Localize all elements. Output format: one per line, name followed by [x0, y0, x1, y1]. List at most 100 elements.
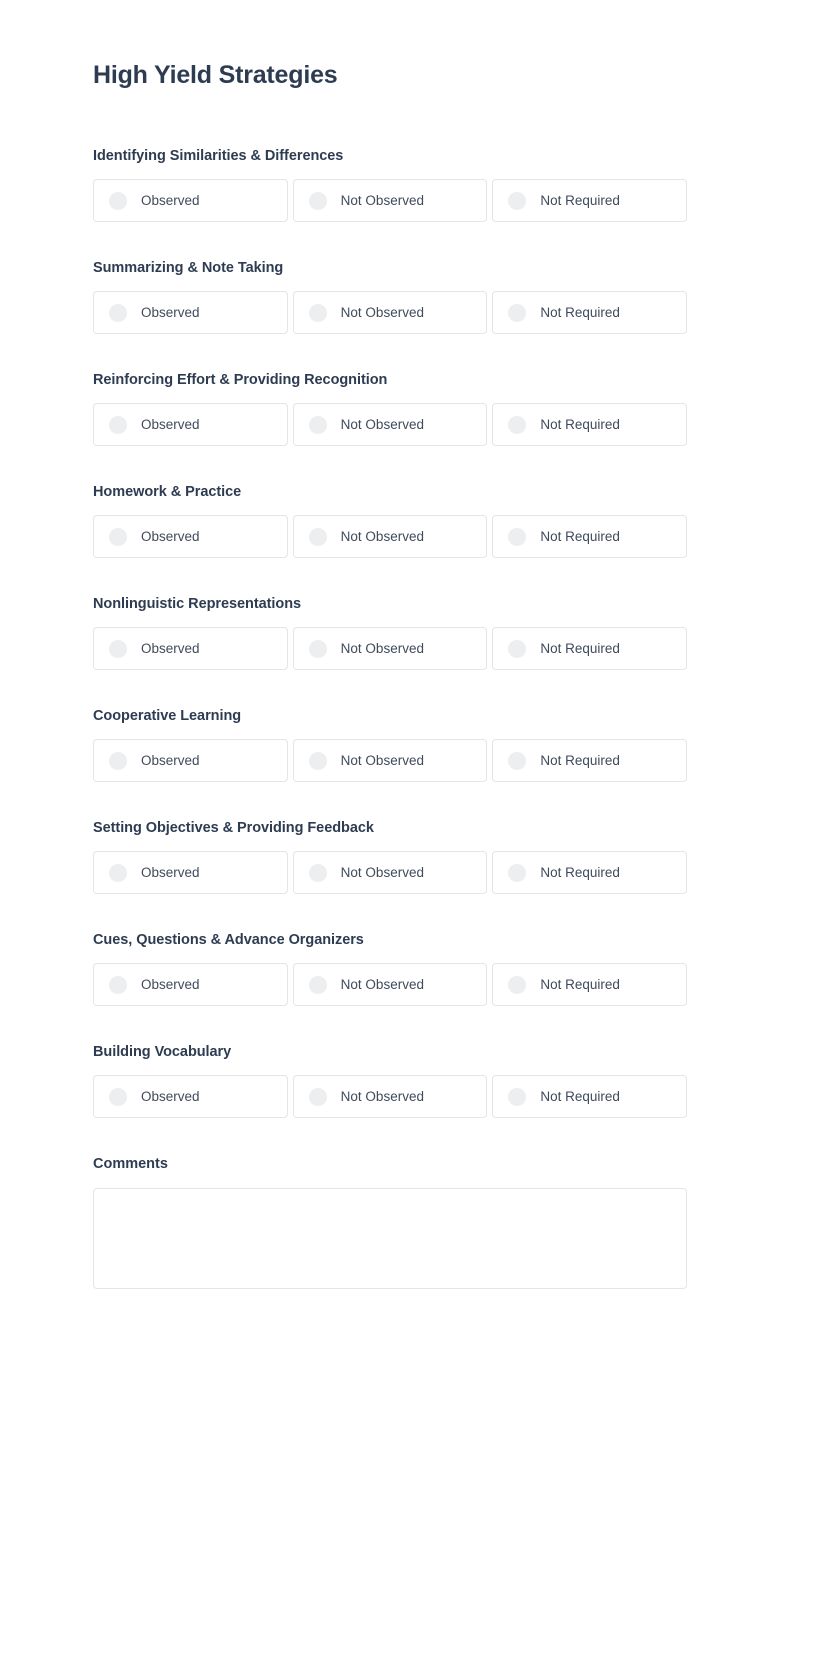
option-not-observed[interactable]: Not Observed — [292, 291, 488, 334]
option-label: Observed — [141, 416, 200, 432]
option-not-required[interactable]: Not Required — [492, 291, 688, 334]
question-block: Summarizing & Note Taking Observed Not Obs… — [93, 258, 688, 334]
option-label: Not Observed — [340, 528, 424, 544]
option-label: Not Observed — [340, 976, 424, 992]
radio-circle-icon[interactable] — [508, 639, 527, 658]
option-label: Observed — [141, 752, 200, 768]
radio-circle-icon[interactable] — [308, 303, 327, 322]
radio-circle-icon[interactable] — [508, 191, 527, 210]
option-label: Observed — [141, 528, 200, 544]
question-block: Homework & Practice Observed Not Observed N… — [93, 482, 688, 558]
option-not-observed[interactable]: Not Observed — [292, 739, 488, 782]
form-content: High Yield Strategies Identifying Simila… — [93, 0, 688, 1289]
option-not-required[interactable]: Not Required — [492, 963, 688, 1006]
question-block: Building Vocabulary Observed Not Observed N… — [93, 1042, 688, 1118]
option-label: Observed — [141, 976, 200, 992]
option-label: Not Observed — [340, 864, 424, 880]
option-observed[interactable]: Observed — [93, 1075, 288, 1118]
option-group: Observed Not Observed Not Required — [93, 627, 688, 670]
option-group: Observed Not Observed Not Required — [93, 1075, 688, 1118]
option-not-required[interactable]: Not Required — [492, 1075, 688, 1118]
option-observed[interactable]: Observed — [93, 515, 288, 558]
option-label: Not Required — [540, 192, 620, 208]
form-page: High Yield Strategies Identifying Simila… — [0, 0, 840, 1680]
question-block: Cues, Questions & Advance Organizers Obse… — [93, 930, 688, 1006]
option-not-observed[interactable]: Not Observed — [292, 515, 488, 558]
option-label: Observed — [141, 192, 200, 208]
question-title: Reinforcing Effort & Providing Recogniti… — [93, 372, 388, 388]
radio-circle-icon[interactable] — [109, 303, 127, 322]
option-not-required[interactable]: Not Required — [492, 179, 688, 222]
option-label: Not Observed — [340, 304, 424, 320]
question-title: Cooperative Learning — [93, 708, 242, 724]
radio-circle-icon[interactable] — [308, 191, 327, 210]
option-observed[interactable]: Observed — [93, 179, 288, 222]
option-observed[interactable]: Observed — [93, 627, 288, 670]
radio-circle-icon[interactable] — [109, 415, 127, 434]
comments-textarea[interactable] — [93, 1188, 687, 1289]
radio-circle-icon[interactable] — [308, 975, 327, 994]
radio-circle-icon[interactable] — [508, 1087, 527, 1106]
radio-circle-icon[interactable] — [308, 1087, 327, 1106]
radio-circle-icon[interactable] — [308, 639, 327, 658]
option-label: Not Observed — [340, 192, 424, 208]
option-label: Not Observed — [340, 752, 424, 768]
option-not-required[interactable]: Not Required — [492, 403, 688, 446]
radio-circle-icon[interactable] — [508, 975, 527, 994]
option-label: Observed — [141, 640, 200, 656]
radio-circle-icon[interactable] — [508, 863, 527, 882]
radio-circle-icon[interactable] — [109, 1087, 127, 1106]
option-not-required[interactable]: Not Required — [492, 515, 688, 558]
option-label: Not Observed — [340, 416, 424, 432]
option-not-required[interactable]: Not Required — [492, 851, 688, 894]
question-title: Setting Objectives & Providing Feedback — [93, 820, 374, 836]
radio-circle-icon[interactable] — [109, 639, 127, 658]
option-observed[interactable]: Observed — [93, 851, 288, 894]
question-block: Cooperative Learning Observed Not Observed… — [93, 706, 688, 782]
option-observed[interactable]: Observed — [93, 403, 288, 446]
option-not-observed[interactable]: Not Observed — [292, 179, 488, 222]
radio-circle-icon[interactable] — [109, 863, 127, 882]
question-block: Setting Objectives & Providing Feedback O… — [93, 818, 688, 894]
option-observed[interactable]: Observed — [93, 963, 288, 1006]
question-title: Nonlinguistic Representations — [93, 596, 302, 612]
option-label: Not Observed — [340, 1088, 424, 1104]
radio-circle-icon[interactable] — [508, 303, 527, 322]
option-label: Not Required — [540, 976, 620, 992]
radio-circle-icon[interactable] — [508, 751, 527, 770]
question-block: Nonlinguistic Representations Observed Not… — [93, 594, 688, 670]
question-title: Summarizing & Note Taking — [93, 260, 284, 276]
radio-circle-icon[interactable] — [109, 975, 127, 994]
radio-circle-icon[interactable] — [308, 863, 327, 882]
option-group: Observed Not Observed Not Required — [93, 403, 688, 446]
radio-circle-icon[interactable] — [109, 527, 127, 546]
option-not-required[interactable]: Not Required — [492, 627, 688, 670]
radio-circle-icon[interactable] — [109, 191, 127, 210]
option-label: Not Required — [540, 304, 620, 320]
option-observed[interactable]: Observed — [93, 291, 288, 334]
option-not-observed[interactable]: Not Observed — [292, 403, 488, 446]
page-title: High Yield Strategies — [93, 61, 338, 89]
option-not-observed[interactable]: Not Observed — [292, 963, 488, 1006]
question-title: Identifying Similarities & Differences — [93, 148, 344, 164]
radio-circle-icon[interactable] — [308, 527, 327, 546]
radio-circle-icon[interactable] — [109, 751, 127, 770]
question-title: Building Vocabulary — [93, 1044, 232, 1060]
option-not-observed[interactable]: Not Observed — [292, 851, 488, 894]
option-not-observed[interactable]: Not Observed — [292, 627, 488, 670]
questions-list: Identifying Similarities & Differences Ob… — [93, 146, 688, 1118]
question-block: Reinforcing Effort & Providing Recogniti… — [93, 370, 688, 446]
option-group: Observed Not Observed Not Required — [93, 851, 688, 894]
option-label: Not Observed — [340, 640, 424, 656]
option-group: Observed Not Observed Not Required — [93, 291, 688, 334]
radio-circle-icon[interactable] — [508, 415, 527, 434]
option-not-required[interactable]: Not Required — [492, 739, 688, 782]
option-observed[interactable]: Observed — [93, 739, 288, 782]
option-not-observed[interactable]: Not Observed — [292, 1075, 488, 1118]
radio-circle-icon[interactable] — [508, 527, 527, 546]
radio-circle-icon[interactable] — [308, 415, 327, 434]
comments-label: Comments — [93, 1156, 168, 1172]
option-label: Observed — [141, 304, 200, 320]
option-label: Not Required — [540, 752, 620, 768]
radio-circle-icon[interactable] — [308, 751, 327, 770]
